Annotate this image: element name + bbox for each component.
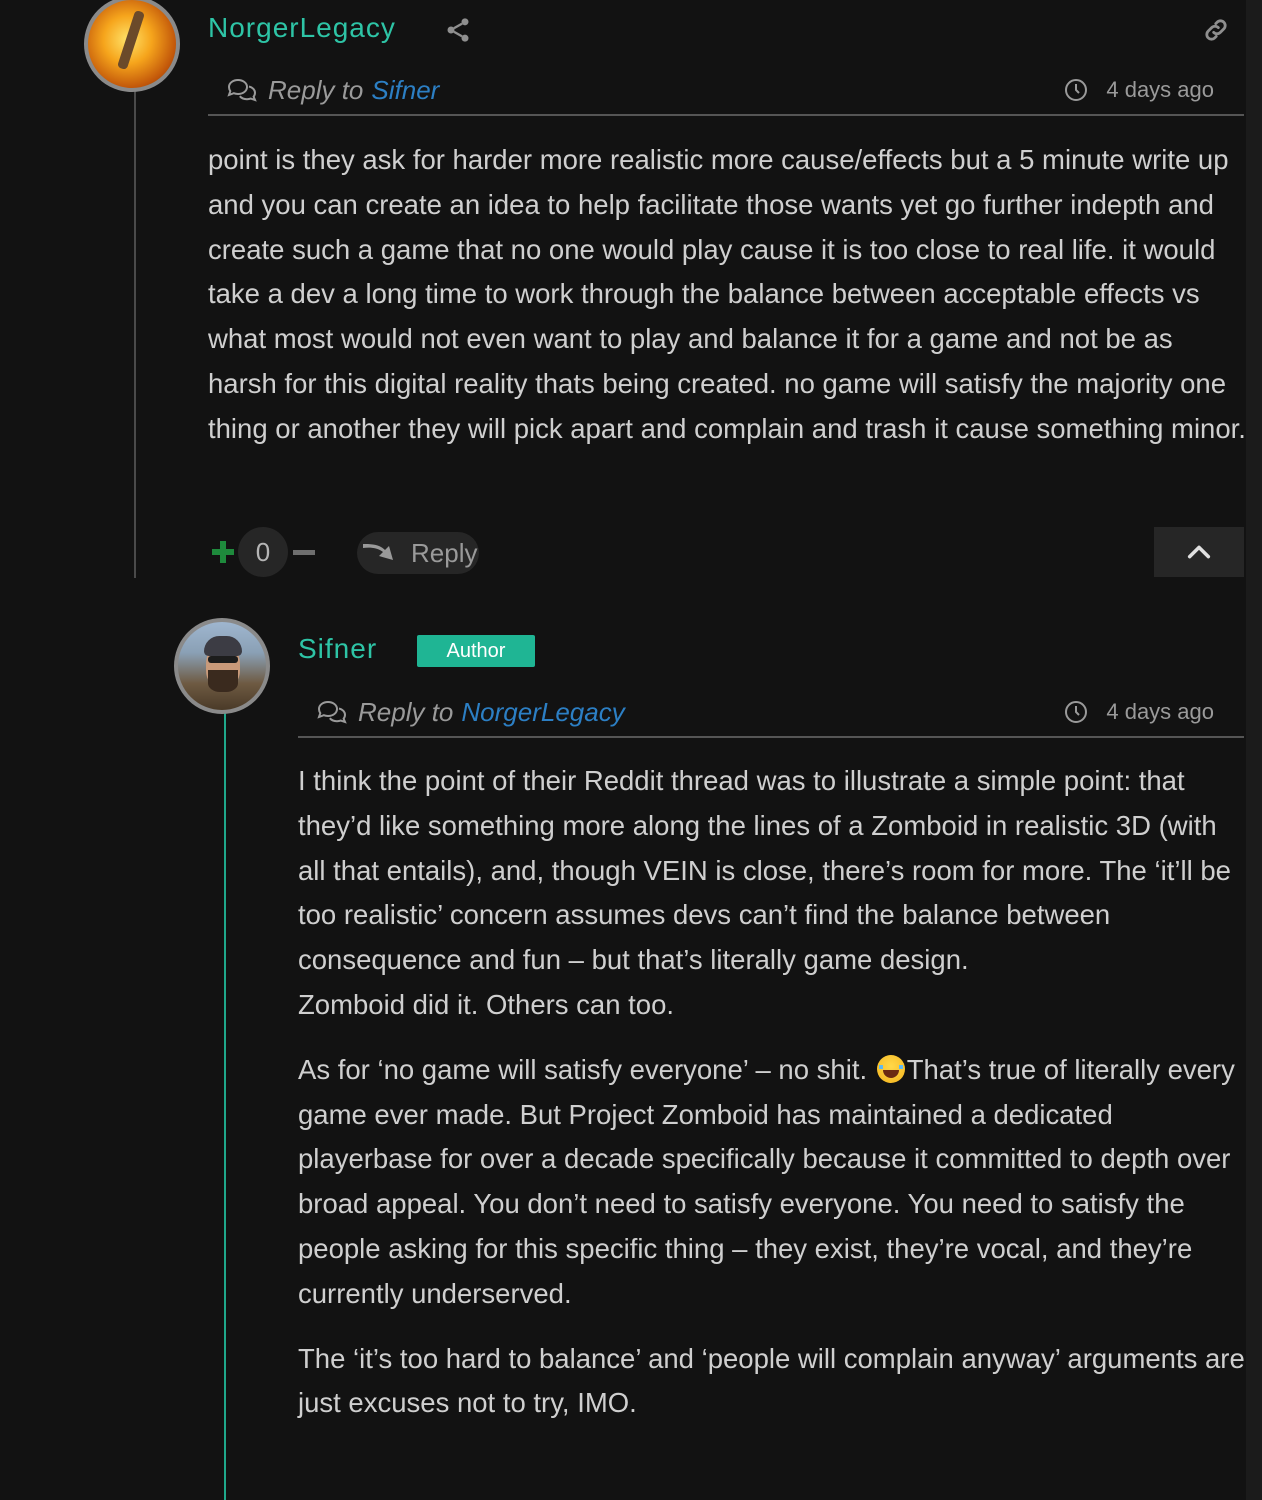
comment-author-name[interactable]: Sifner	[298, 633, 377, 665]
reply-meta: Reply to Sifner 4 days ago	[208, 66, 1244, 116]
reply-to-label: Reply to	[358, 696, 454, 727]
paragraph-text: As for ‘no game will satisfy everyone’ –…	[298, 1053, 868, 1085]
clock-icon	[1065, 701, 1088, 723]
comments-page: NorgerLegacy Reply to Sifner 4 days ago …	[0, 0, 1262, 1500]
chevron-up-icon	[1187, 545, 1211, 559]
timestamp[interactable]: 4 days ago	[1064, 77, 1214, 103]
comment-paragraph: The ‘it’s too hard to balance’ and ‘peop…	[298, 1342, 1245, 1419]
plus-icon[interactable]	[208, 537, 238, 567]
chat-icon	[227, 78, 257, 102]
laughing-emoji-icon	[876, 1054, 905, 1083]
reply-button-label: Reply	[411, 537, 478, 568]
paragraph-text: That’s true of literally every game ever…	[298, 1053, 1235, 1309]
comment-paragraph: I think the point of their Reddit thread…	[298, 765, 1231, 976]
comment-body: point is they ask for harder more realis…	[208, 144, 1246, 444]
clock-icon	[1065, 79, 1088, 101]
comment-paragraph: Zomboid did it. Others can too.	[298, 988, 675, 1020]
reply-to-label: Reply to	[268, 74, 364, 105]
avatar-glasses	[208, 656, 238, 663]
reply-meta: Reply to NorgerLegacy 4 days ago	[298, 688, 1244, 738]
timestamp[interactable]: 4 days ago	[1064, 699, 1214, 725]
collapse-button[interactable]	[1154, 527, 1244, 577]
comment-author-name[interactable]: NorgerLegacy	[208, 12, 396, 44]
avatar[interactable]	[84, 0, 180, 92]
reply-arrow-icon	[363, 544, 393, 560]
avatar-figure	[116, 9, 146, 71]
reply-button[interactable]: Reply	[357, 532, 479, 574]
vote-count: 0	[238, 527, 288, 577]
reply-to-link[interactable]: NorgerLegacy	[461, 697, 624, 728]
thread-line	[134, 90, 136, 578]
share-icon[interactable]	[444, 16, 472, 44]
link-icon[interactable]	[1202, 16, 1230, 44]
comment-paragraph: As for ‘no game will satisfy everyone’ –…	[298, 1048, 1246, 1317]
timestamp-text: 4 days ago	[1106, 699, 1214, 724]
avatar-hat	[204, 636, 242, 656]
comment-body: I think the point of their Reddit thread…	[298, 759, 1246, 1426]
scrollbar-track[interactable]	[1246, 0, 1262, 1500]
thread-line	[224, 712, 226, 1500]
avatar[interactable]	[174, 618, 270, 714]
timestamp-text: 4 days ago	[1106, 77, 1214, 102]
author-badge: Author	[417, 635, 535, 667]
chat-icon	[317, 700, 347, 724]
reply-to-link[interactable]: Sifner	[371, 75, 439, 106]
minus-icon[interactable]	[290, 537, 318, 567]
avatar-beard	[208, 670, 238, 692]
